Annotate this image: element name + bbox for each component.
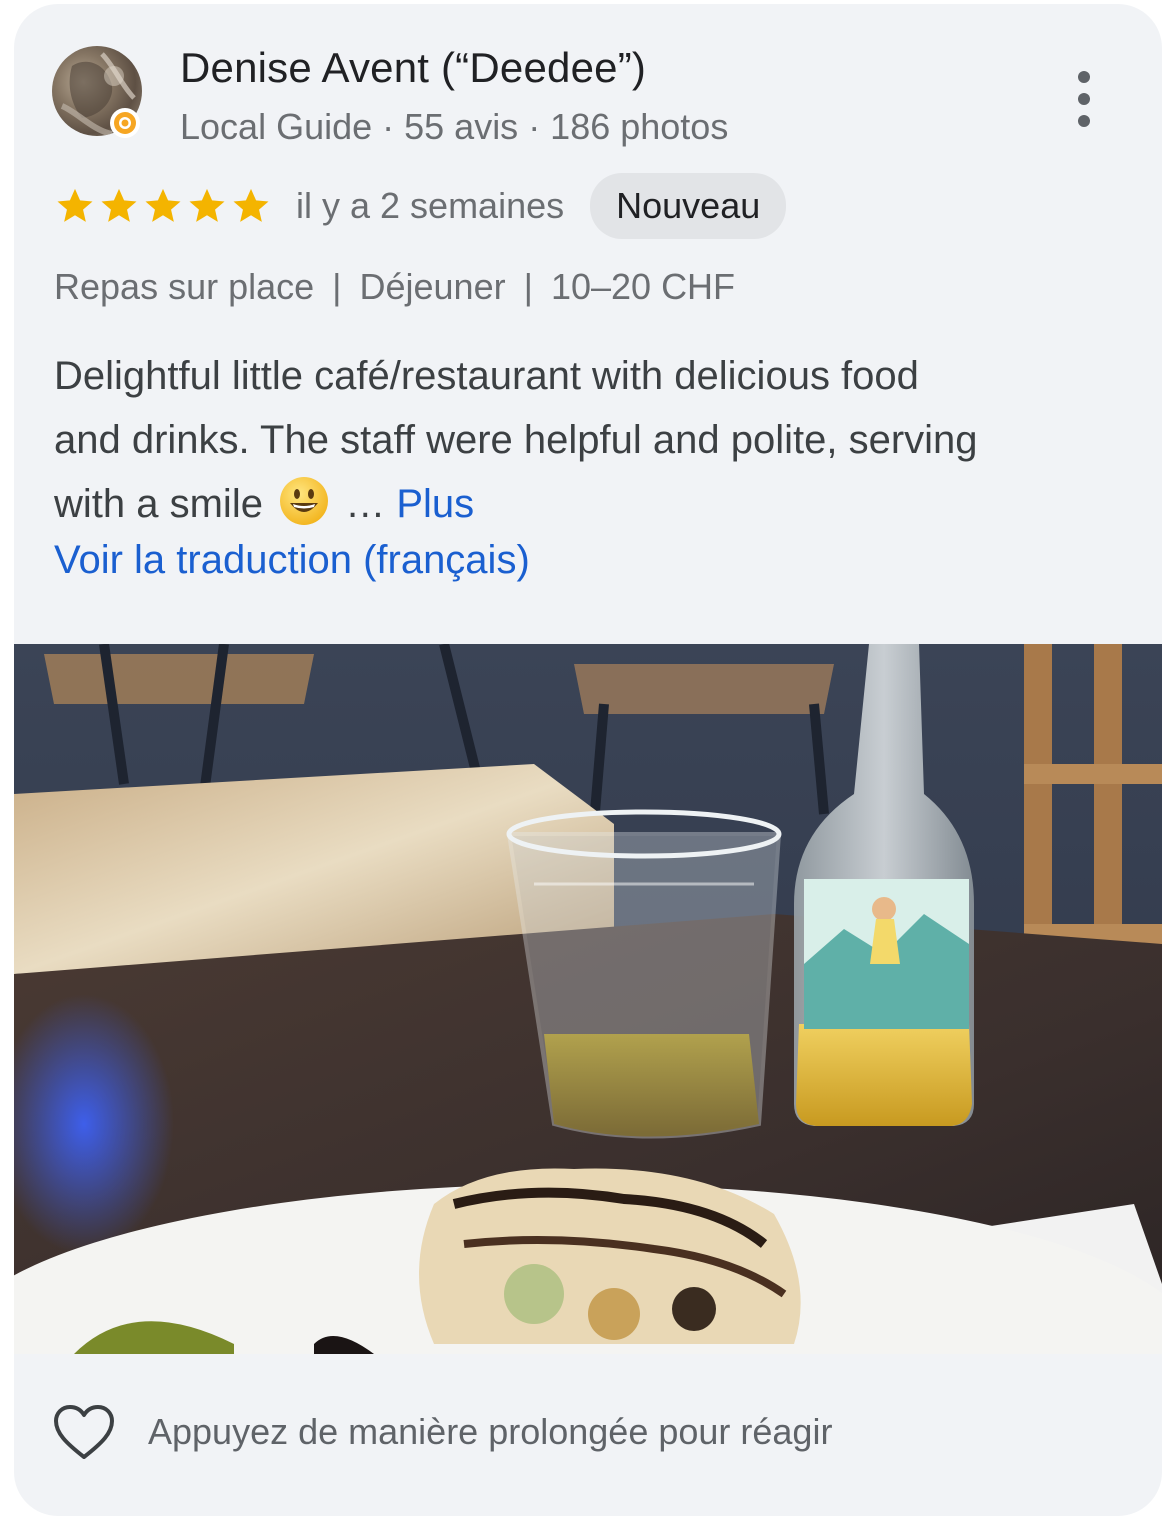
- more-vertical-icon: [1078, 71, 1090, 127]
- review-text: Delightful little café/restaurant with d…: [54, 344, 1134, 536]
- star-rating: [54, 185, 272, 227]
- review-text-last-line: with a smile … Plus: [54, 472, 1134, 536]
- review-card: Denise Avent (“Deedee”) Local Guide · 55…: [14, 4, 1162, 1516]
- react-hint: Appuyez de manière prolongée pour réagir: [148, 1411, 833, 1452]
- review-attributes: Repas sur place | Déjeuner | 10–20 CHF: [54, 266, 735, 308]
- more-options-button[interactable]: [1062, 64, 1106, 134]
- reviewer-name[interactable]: Denise Avent (“Deedee”): [180, 44, 646, 92]
- star-icon: [101, 188, 137, 222]
- smiley-face-emoji-icon: [280, 477, 329, 525]
- star-icon: [57, 188, 93, 222]
- review-photo[interactable]: [14, 644, 1162, 1354]
- attribute-service: Repas sur place: [54, 266, 315, 307]
- ellipsis: …: [345, 482, 386, 526]
- review-text-line: Delightful little café/restaurant with d…: [54, 354, 919, 398]
- new-badge: Nouveau: [590, 173, 787, 239]
- attribute-price: 10–20 CHF: [550, 266, 736, 307]
- attribute-separator: |: [523, 266, 533, 307]
- review-text-line: and drinks. The staff were helpful and p…: [54, 418, 978, 462]
- attribute-meal: Déjeuner: [359, 266, 506, 307]
- local-guide-badge-icon: [110, 108, 140, 138]
- star-icon: [189, 188, 225, 222]
- attribute-separator: |: [332, 266, 342, 307]
- reviewer-meta: Local Guide · 55 avis · 186 photos: [180, 106, 729, 147]
- review-time: il y a 2 semaines: [296, 185, 565, 226]
- heart-outline-icon[interactable]: [52, 1403, 116, 1461]
- reaction-footer: Appuyez de manière prolongée pour réagir: [52, 1400, 832, 1464]
- review-text-line: with a smile: [54, 482, 263, 526]
- star-icon: [233, 188, 269, 222]
- rating-row: il y a 2 semaines Nouveau: [54, 173, 787, 239]
- more-link[interactable]: Plus: [396, 482, 474, 526]
- star-icon: [145, 188, 181, 222]
- translate-link[interactable]: Voir la traduction (français): [54, 538, 530, 583]
